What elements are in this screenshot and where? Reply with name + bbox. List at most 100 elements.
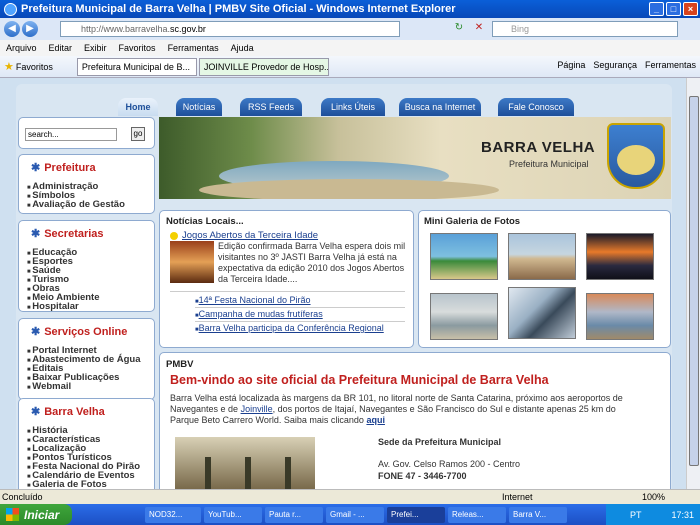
system-tray: PT 17:31 bbox=[606, 504, 700, 525]
news-item-1[interactable]: 14ª Festa Nacional do Pirão bbox=[195, 295, 311, 305]
tab-prefeitura[interactable]: Prefeitura Municipal de B... bbox=[76, 57, 197, 76]
menu-editar[interactable]: Editar bbox=[49, 43, 73, 53]
tab-joinville[interactable]: JOINVILLE Provedor de Hosp... bbox=[198, 57, 329, 76]
menu-secretarias: ✱Secretarias Educação Esportes Saúde Tur… bbox=[18, 220, 155, 312]
windows-flag-icon bbox=[6, 508, 19, 521]
window-title: Prefeitura Municipal de Barra Velha | PM… bbox=[21, 3, 456, 15]
go-button[interactable]: go bbox=[131, 127, 145, 141]
link-hospitalar[interactable]: Hospitalar bbox=[27, 302, 100, 312]
tool-ferramentas[interactable]: Ferramentas bbox=[645, 60, 696, 70]
refresh-icon[interactable]: ↻ bbox=[452, 21, 466, 35]
command-bar: Página Segurança Ferramentas bbox=[549, 60, 696, 70]
gallery-box: Mini Galeria de Fotos bbox=[418, 210, 671, 348]
maximize-button[interactable]: □ bbox=[666, 2, 681, 16]
stop-icon[interactable]: ✕ bbox=[472, 21, 486, 35]
close-button[interactable]: × bbox=[683, 2, 698, 16]
clock[interactable]: 17:31 bbox=[671, 510, 694, 520]
news-photo[interactable] bbox=[170, 241, 214, 283]
sand-shape bbox=[199, 179, 499, 199]
palm-shape bbox=[285, 457, 291, 489]
news-title: Notícias Locais... bbox=[166, 216, 244, 227]
taskbar: Iniciar NOD32... YouTub... Pauta r... Gm… bbox=[0, 504, 700, 525]
star-icon: ✱ bbox=[31, 228, 41, 240]
vertical-scrollbar[interactable] bbox=[686, 78, 700, 489]
section-title: ✱ Prefeitura bbox=[31, 161, 96, 174]
address-field[interactable]: http://www.barravelha.sc.gov.br bbox=[60, 21, 400, 37]
gallery-photo-6[interactable] bbox=[586, 293, 654, 340]
sede-phone: FONE 47 - 3446-7700 bbox=[378, 471, 467, 481]
menu-bar: Arquivo Editar Exibir Favoritos Ferramen… bbox=[0, 40, 700, 56]
nav-noticias[interactable]: Notícias bbox=[176, 98, 222, 116]
status-text: Concluído bbox=[2, 492, 43, 502]
taskbar-item-7[interactable]: Barra V... bbox=[509, 506, 567, 523]
divider bbox=[195, 321, 405, 322]
link-avaliacao[interactable]: Avaliação de Gestão bbox=[27, 200, 125, 210]
taskbar-item-6[interactable]: Releas... bbox=[448, 506, 506, 523]
search-box: search... go bbox=[18, 117, 155, 149]
star-icon: ✱ bbox=[31, 326, 41, 338]
star-icon: ★ bbox=[4, 61, 14, 73]
nav-fale[interactable]: Fale Conosco bbox=[498, 98, 574, 116]
gallery-photo-1[interactable] bbox=[430, 233, 498, 280]
minimize-button[interactable]: _ bbox=[649, 2, 664, 16]
divider bbox=[170, 291, 405, 292]
welcome-label: PMBV bbox=[166, 359, 194, 370]
tab-label: JOINVILLE Provedor de Hosp... bbox=[203, 61, 329, 72]
gallery-title: Mini Galeria de Fotos bbox=[424, 216, 521, 227]
link-list: Portal Internet Abastecimento de Água Ed… bbox=[27, 346, 141, 392]
news-item-3[interactable]: Barra Velha participa da Conferência Reg… bbox=[195, 323, 384, 333]
taskbar-item-5[interactable]: Prefei... bbox=[387, 506, 445, 523]
welcome-box: PMBV Bem-vindo ao site oficial da Prefei… bbox=[159, 352, 671, 489]
language-indicator[interactable]: PT bbox=[630, 510, 642, 520]
more-link[interactable]: aqui bbox=[366, 415, 385, 425]
link-webmail[interactable]: Webmail bbox=[27, 382, 141, 392]
news-item-2[interactable]: Campanha de mudas frutíferas bbox=[195, 309, 323, 319]
gallery-photo-4[interactable] bbox=[430, 293, 498, 340]
link-list: Administração Símbolos Avaliação de Gest… bbox=[27, 182, 125, 210]
joinville-link[interactable]: Joinville bbox=[241, 404, 273, 414]
link-list: História Características Localização Pon… bbox=[27, 426, 140, 489]
sede-title: Sede da Prefeitura Municipal bbox=[378, 437, 502, 447]
url-domain: sc.gov.br bbox=[170, 24, 206, 34]
zoom-label[interactable]: 100% bbox=[642, 492, 665, 502]
gallery-photo-3[interactable] bbox=[586, 233, 654, 280]
taskbar-item-4[interactable]: Gmail - ... bbox=[326, 506, 384, 523]
taskbar-item-2[interactable]: YouTub... bbox=[204, 506, 262, 523]
gallery-photo-2[interactable] bbox=[508, 233, 576, 280]
gallery-photo-5[interactable] bbox=[508, 287, 576, 339]
header-banner: BARRA VELHA Prefeitura Municipal bbox=[159, 117, 671, 199]
taskbar-item-3[interactable]: Pauta r... bbox=[265, 506, 323, 523]
back-button[interactable]: ◀ bbox=[4, 21, 20, 37]
nav-links[interactable]: Links Úteis bbox=[321, 98, 385, 116]
section-title-text: Prefeitura bbox=[44, 162, 96, 174]
bullet-icon bbox=[170, 232, 178, 240]
palm-shape bbox=[245, 457, 251, 489]
scrollbar-thumb[interactable] bbox=[689, 96, 699, 466]
favorites-bar: ★ Favoritos Prefeitura Municipal de B... … bbox=[0, 56, 700, 78]
tab-label: Prefeitura Municipal de B... bbox=[81, 61, 190, 72]
menu-ferramentas[interactable]: Ferramentas bbox=[168, 43, 219, 53]
news-headline-link[interactable]: Jogos Abertos da Terceira Idade bbox=[182, 230, 318, 241]
link-galeria[interactable]: Galeria de Fotos bbox=[27, 480, 140, 489]
nav-busca[interactable]: Busca na Internet bbox=[399, 98, 481, 116]
menu-favoritos[interactable]: Favoritos bbox=[119, 43, 156, 53]
taskbar-item-1[interactable]: NOD32... bbox=[145, 506, 201, 523]
menu-exibir[interactable]: Exibir bbox=[84, 43, 107, 53]
sede-address: Av. Gov. Celso Ramos 200 - Centro bbox=[378, 459, 521, 469]
nav-home[interactable]: Home bbox=[118, 98, 158, 116]
forward-button[interactable]: ▶ bbox=[22, 21, 38, 37]
start-button[interactable]: Iniciar bbox=[0, 504, 72, 525]
banner-title: BARRA VELHA bbox=[481, 139, 596, 156]
nav-rss[interactable]: RSS Feeds bbox=[240, 98, 302, 116]
search-input[interactable]: Bing bbox=[492, 21, 678, 37]
site-search-input[interactable]: search... bbox=[25, 128, 117, 141]
address-toolbar: ◀ ▶ http://www.barravelha.sc.gov.br ↻ ✕ … bbox=[0, 18, 700, 40]
tool-pagina[interactable]: Página bbox=[557, 60, 585, 70]
menu-barra-velha: ✱Barra Velha História Características Lo… bbox=[18, 398, 155, 489]
menu-arquivo[interactable]: Arquivo bbox=[6, 43, 37, 53]
url-prefix: http://www.barravelha. bbox=[81, 24, 171, 34]
menu-ajuda[interactable]: Ajuda bbox=[231, 43, 254, 53]
news-summary: Edição confirmada Barra Velha espera doi… bbox=[218, 241, 406, 284]
favorites-button[interactable]: ★ Favoritos bbox=[0, 60, 57, 73]
tool-seguranca[interactable]: Segurança bbox=[593, 60, 637, 70]
